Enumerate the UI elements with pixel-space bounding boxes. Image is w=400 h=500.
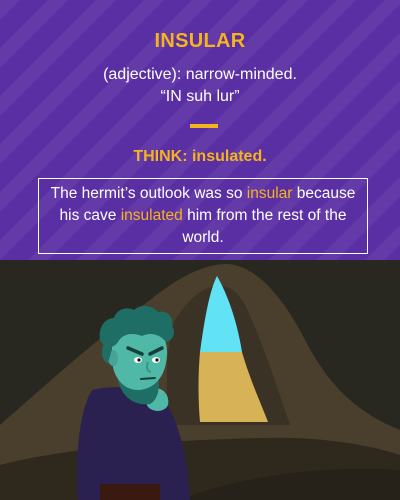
think-hint: THINK: insulated. — [133, 148, 267, 165]
hermit-pupil-right — [155, 358, 159, 362]
hermit-mouth — [140, 377, 156, 380]
vocab-word: INSULAR — [154, 30, 246, 52]
example-sentence: The hermit’s outlook was so insular beca… — [49, 183, 357, 249]
pronunciation-text: “IN suh lur” — [160, 88, 240, 105]
sentence-part-1: The hermit’s outlook was so — [50, 185, 247, 202]
definition-text: (adjective): narrow-minded. — [103, 66, 297, 83]
divider-dash — [190, 124, 218, 128]
sentence-highlight-insular: insular — [246, 185, 293, 202]
sentence-highlight-insulated: insulated — [120, 207, 183, 224]
illustration-scene — [0, 260, 400, 500]
hermit-pupil-left — [137, 358, 141, 362]
example-sentence-box: The hermit’s outlook was so insular beca… — [38, 178, 368, 254]
hermit-pants — [100, 484, 160, 500]
definition-panel: INSULAR (adjective): narrow-minded. “IN … — [0, 0, 400, 260]
cave-illustration — [0, 260, 400, 500]
vocabulary-card: INSULAR (adjective): narrow-minded. “IN … — [0, 0, 400, 500]
sentence-part-3: him from the rest of the world. — [182, 207, 347, 246]
